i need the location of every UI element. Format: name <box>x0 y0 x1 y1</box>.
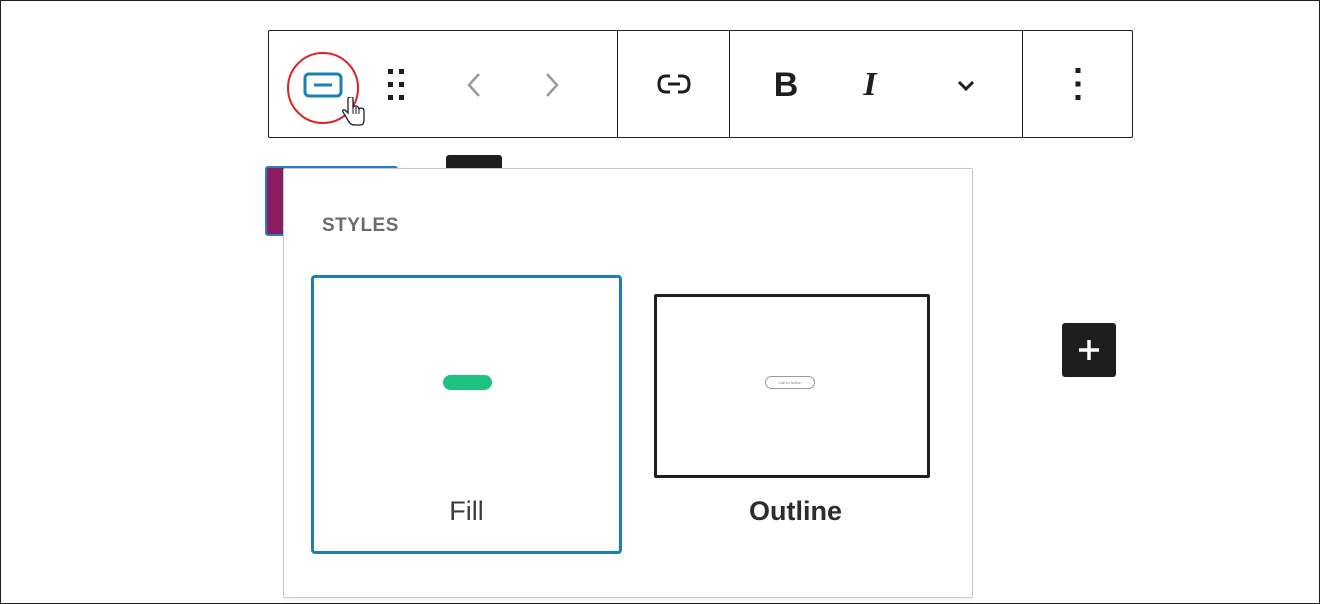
drag-handle-icon <box>388 69 404 100</box>
chevron-down-icon <box>957 80 975 92</box>
toolbar-group-link <box>618 31 730 137</box>
link-button[interactable] <box>650 60 698 108</box>
block-type-button[interactable] <box>301 71 345 99</box>
button-block-icon <box>303 72 343 98</box>
more-vertical-icon <box>1075 68 1080 100</box>
add-block-button[interactable] <box>1062 323 1116 377</box>
styles-heading: STYLES <box>322 215 399 236</box>
style-preview-fill <box>314 278 619 478</box>
fill-button-preview <box>443 375 492 390</box>
toolbar-group-formatting: B I <box>730 31 1023 137</box>
style-option-fill[interactable]: Fill <box>311 275 622 554</box>
style-option-label: Fill <box>449 496 484 526</box>
bold-label: B <box>773 65 799 104</box>
toolbar-group-options <box>1023 31 1132 137</box>
outline-button-preview: Call to Action <box>765 376 815 389</box>
hand-cursor-icon <box>341 96 367 132</box>
move-right-button[interactable] <box>537 67 567 103</box>
chevron-left-icon <box>467 73 480 97</box>
editor-canvas: B I STYLES Fill Call to Action Outline <box>0 0 1320 604</box>
styles-popover: STYLES Fill Call to Action Outline <box>283 168 973 598</box>
plus-icon <box>1079 340 1099 360</box>
more-formatting-button[interactable] <box>948 67 984 103</box>
italic-label: I <box>863 66 877 103</box>
options-button[interactable] <box>1058 60 1098 108</box>
toolbar-group-block <box>269 31 618 137</box>
style-option-label: Outline <box>749 496 842 526</box>
chevron-right-icon <box>546 73 559 97</box>
italic-button[interactable]: I <box>850 61 890 109</box>
move-left-button[interactable] <box>459 67 489 103</box>
drag-handle-button[interactable] <box>381 65 411 105</box>
link-icon <box>656 74 691 94</box>
style-option-outline[interactable]: Call to Action Outline <box>640 275 951 554</box>
block-toolbar: B I <box>268 30 1133 138</box>
bold-button[interactable]: B <box>766 61 806 109</box>
style-preview-outline: Call to Action <box>654 294 930 478</box>
